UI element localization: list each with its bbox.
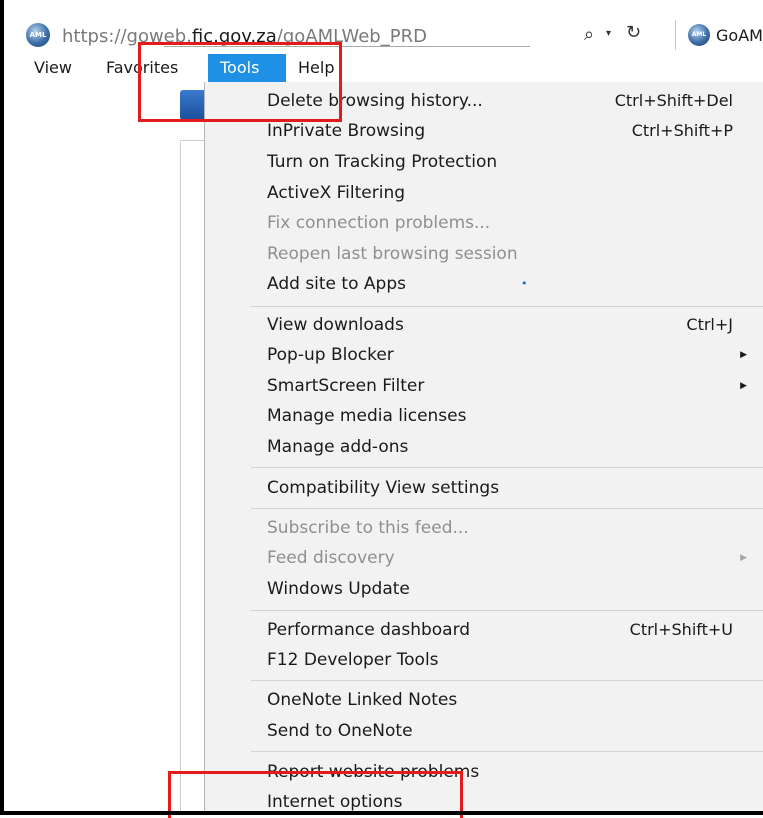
- menu-item-label: F12 Developer Tools: [267, 650, 439, 670]
- menu-item-label: Feed discovery: [267, 548, 395, 568]
- site-favicon-icon: AML: [26, 23, 50, 47]
- menu-bar: View Favorites Tools Help: [4, 54, 763, 82]
- menu-item-feed-discovery: Feed discovery ▶: [267, 543, 747, 573]
- menu-item-popup-blocker[interactable]: Pop-up Blocker ▶: [267, 340, 747, 370]
- menu-item-label: Turn on Tracking Protection: [267, 152, 498, 172]
- page-divider-vertical: [180, 142, 181, 812]
- menu-item-label: InPrivate Browsing: [267, 121, 426, 141]
- menu-item-windows-update[interactable]: Windows Update: [267, 574, 747, 604]
- shortcut-label: Ctrl+J: [686, 315, 733, 334]
- menu-item-manage-addons[interactable]: Manage add-ons: [267, 432, 747, 462]
- submenu-arrow-icon: ▶: [740, 350, 747, 360]
- menu-item-label: Pop-up Blocker: [267, 345, 394, 365]
- submenu-arrow-icon: ▶: [740, 553, 747, 563]
- menu-item-label: Manage media licenses: [267, 406, 467, 426]
- menu-separator: [251, 508, 763, 509]
- menu-item-reopen-last-session: Reopen last browsing session: [267, 239, 747, 269]
- menu-item-label: Performance dashboard: [267, 620, 471, 640]
- menu-item-label: Subscribe to this feed...: [267, 518, 469, 538]
- menu-separator: [251, 610, 763, 611]
- menu-item-performance-dashboard[interactable]: Performance dashboard Ctrl+Shift+U: [267, 615, 747, 645]
- menu-separator: [251, 467, 763, 468]
- tab-title[interactable]: GoAM: [716, 26, 763, 45]
- tools-dropdown-menu: Delete browsing history... Ctrl+Shift+De…: [204, 82, 763, 812]
- screenshot-border-bottom: [0, 811, 763, 815]
- menu-item-subscribe-feed: Subscribe to this feed...: [267, 513, 747, 543]
- menu-item-label: SmartScreen Filter: [267, 376, 425, 396]
- menu-item-f12-developer-tools[interactable]: F12 Developer Tools: [267, 645, 747, 675]
- search-icon[interactable]: ⌕: [584, 24, 594, 45]
- menu-item-label: Add site to Apps: [267, 274, 406, 294]
- menu-item-fix-connection-problems: Fix connection problems...: [267, 208, 747, 238]
- menu-item-compatibility-view-settings[interactable]: Compatibility View settings: [267, 473, 747, 503]
- dot-icon: •: [521, 277, 528, 290]
- screenshot-border-left: [0, 0, 4, 815]
- shortcut-label: Ctrl+Shift+Del: [614, 91, 733, 110]
- menu-separator: [251, 680, 763, 681]
- menu-item-activex-filtering[interactable]: ActiveX Filtering: [267, 178, 747, 208]
- page-divider: [180, 140, 204, 141]
- chevron-down-icon[interactable]: ▾: [606, 28, 611, 39]
- menu-item-label: ActiveX Filtering: [267, 183, 406, 203]
- menu-item-label: View downloads: [267, 315, 404, 335]
- shortcut-label: Ctrl+Shift+P: [631, 121, 733, 140]
- menu-separator: [251, 751, 763, 752]
- menu-separator: [251, 306, 763, 307]
- menu-item-label: Windows Update: [267, 579, 410, 599]
- menu-item-tracking-protection[interactable]: Turn on Tracking Protection: [267, 147, 747, 177]
- shortcut-label: Ctrl+Shift+U: [629, 620, 733, 639]
- menu-item-onenote-linked-notes[interactable]: OneNote Linked Notes: [267, 685, 747, 715]
- menu-item-label: Send to OneNote: [267, 721, 413, 741]
- highlight-box-tools: [138, 42, 342, 122]
- menu-item-label: OneNote Linked Notes: [267, 690, 458, 710]
- tab-favicon-icon: AML: [688, 24, 710, 46]
- address-separator: [675, 20, 676, 50]
- menu-item-send-to-onenote[interactable]: Send to OneNote: [267, 716, 747, 746]
- menu-item-label: Reopen last browsing session: [267, 244, 518, 264]
- menu-item-add-site-to-apps[interactable]: Add site to Apps •: [267, 269, 747, 299]
- refresh-icon[interactable]: ↻: [626, 22, 641, 43]
- submenu-arrow-icon: ▶: [740, 381, 747, 391]
- menu-item-smartscreen-filter[interactable]: SmartScreen Filter ▶: [267, 371, 747, 401]
- menu-item-label: Compatibility View settings: [267, 478, 500, 498]
- menu-view[interactable]: View: [34, 54, 72, 82]
- menu-item-manage-media-licenses[interactable]: Manage media licenses: [267, 401, 747, 431]
- menu-item-label: Fix connection problems...: [267, 213, 491, 233]
- menu-item-label: Manage add-ons: [267, 437, 409, 457]
- menu-item-view-downloads[interactable]: View downloads Ctrl+J: [267, 310, 747, 340]
